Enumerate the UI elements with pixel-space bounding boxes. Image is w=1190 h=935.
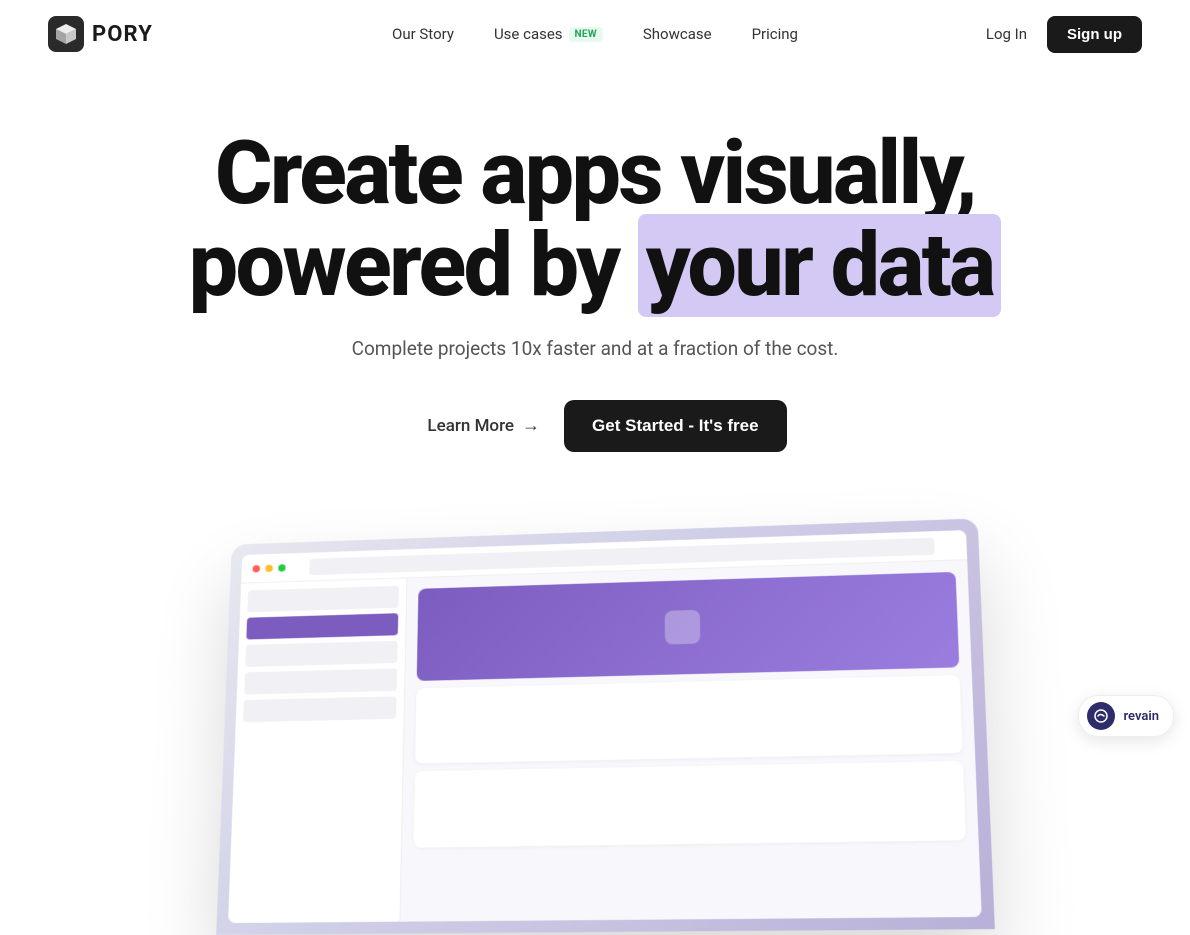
nav-links: Our Story Use cases NEW Showcase Pricing	[376, 17, 814, 51]
hero-cta: Learn More → Get Started - It's free	[403, 400, 786, 452]
device-mockup	[216, 518, 995, 934]
sidebar-mock-item-active	[246, 613, 398, 639]
nav-actions: Log In Sign up	[970, 16, 1142, 53]
hero-subheadline: Complete projects 10x faster and at a fr…	[352, 337, 839, 360]
learn-more-button[interactable]: Learn More →	[403, 401, 564, 450]
logo[interactable]: PORY	[48, 16, 153, 52]
logo-icon	[48, 16, 84, 52]
revain-widget[interactable]: revain	[1078, 695, 1174, 737]
window-maximize-dot	[278, 564, 286, 571]
nav-pricing[interactable]: Pricing	[736, 17, 814, 51]
new-badge: NEW	[569, 27, 603, 42]
nav-showcase[interactable]: Showcase	[627, 17, 728, 51]
window-minimize-dot	[265, 564, 273, 571]
main-card-purple	[417, 572, 960, 681]
sidebar-mock-item-2	[245, 641, 397, 667]
revain-label: revain	[1123, 709, 1159, 724]
sidebar-mock-item-3	[244, 668, 397, 694]
sidebar-mock-item	[247, 586, 399, 612]
hero-image-container	[185, 512, 1005, 932]
hero-section: Create apps visually, powered by your da…	[0, 68, 1190, 932]
hero-highlight: your data	[638, 214, 1002, 317]
card-icon	[665, 610, 701, 645]
sidebar-mock-item-4	[243, 696, 396, 722]
screen-content	[228, 560, 982, 923]
arrow-icon: →	[522, 415, 540, 436]
get-started-button[interactable]: Get Started - It's free	[564, 400, 787, 452]
navbar: PORY Our Story Use cases NEW Showcase Pr…	[0, 0, 1190, 68]
screen-main	[400, 560, 981, 921]
revain-icon	[1087, 702, 1115, 730]
nav-our-story[interactable]: Our Story	[376, 17, 470, 51]
main-card-2	[413, 761, 966, 848]
screen-sidebar	[228, 578, 407, 923]
login-link[interactable]: Log In	[970, 17, 1043, 51]
hero-headline: Create apps visually, powered by your da…	[189, 128, 1002, 313]
device-screen	[228, 530, 982, 923]
signup-button[interactable]: Sign up	[1047, 16, 1142, 53]
main-card-1	[415, 675, 963, 764]
logo-text: PORY	[92, 22, 153, 47]
nav-use-cases[interactable]: Use cases NEW	[478, 17, 619, 51]
window-close-dot	[252, 564, 260, 571]
